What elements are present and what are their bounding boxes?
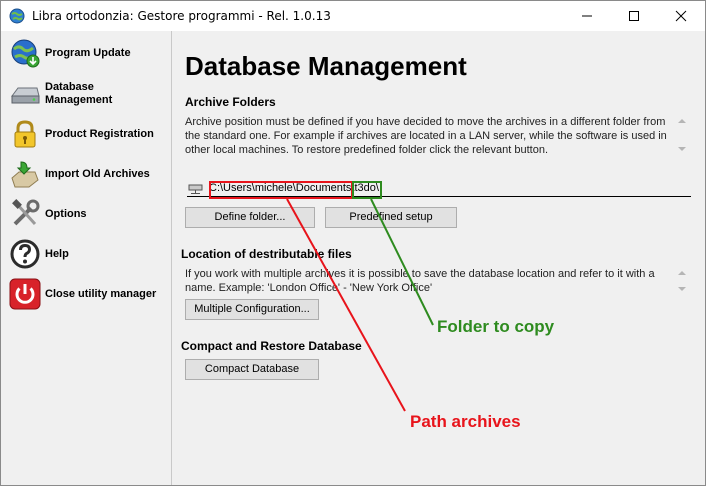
archive-folders-heading: Archive Folders [185, 95, 276, 109]
maximize-button[interactable] [611, 1, 657, 31]
sidebar-item-database-management[interactable]: Database Management [2, 77, 172, 113]
location-description-scrollbar[interactable] [675, 267, 689, 295]
path-highlight-box [209, 181, 353, 199]
help-icon [9, 238, 41, 270]
sidebar-item-label: Database Management [45, 81, 113, 106]
sidebar-item-import-old-archives[interactable]: Import Old Archives [2, 156, 172, 192]
minimize-button[interactable] [564, 1, 610, 31]
lock-icon [9, 118, 41, 150]
close-window-button[interactable] [658, 1, 704, 31]
sidebar-item-label: Options [45, 208, 87, 220]
globe-download-icon [9, 37, 41, 69]
window-title: Libra ortodonzia: Gestore programmi - Re… [32, 9, 331, 23]
power-icon [9, 278, 41, 310]
sidebar-item-help[interactable]: Help [2, 236, 172, 272]
scroll-up-icon [678, 119, 686, 123]
multiple-configuration-button[interactable]: Multiple Configuration... [185, 299, 319, 320]
sidebar-item-program-update[interactable]: Program Update [2, 35, 172, 71]
compact-database-button[interactable]: Compact Database [185, 359, 319, 380]
minimize-icon [582, 15, 592, 17]
page-title: Database Management [185, 51, 467, 81]
tools-icon [9, 198, 41, 230]
sidebar-item-options[interactable]: Options [2, 196, 172, 232]
scroll-down-icon [678, 287, 686, 291]
sidebar-item-label: Import Old Archives [45, 168, 150, 180]
import-icon [9, 158, 41, 190]
sidebar: Program Update Database Management Produ… [2, 31, 172, 485]
location-heading: Location of destributable files [181, 247, 352, 261]
folder-highlight-box [352, 181, 382, 199]
maximize-icon [629, 11, 639, 21]
define-folder-button[interactable]: Define folder... [185, 207, 315, 228]
sidebar-item-label: Help [45, 248, 69, 260]
sidebar-item-close-utility-manager[interactable]: Close utility manager [2, 276, 172, 312]
sidebar-item-product-registration[interactable]: Product Registration [2, 116, 172, 152]
sidebar-item-label: Close utility manager [45, 288, 157, 300]
folder-to-copy-label: Folder to copy [437, 317, 555, 336]
compact-heading: Compact and Restore Database [181, 339, 362, 353]
location-description: If you work with multiple archives it is… [185, 268, 655, 294]
archive-folders-description: Archive position must be defined if you … [185, 116, 667, 156]
path-archives-label: Path archives [410, 412, 521, 431]
sidebar-item-label: Program Update [45, 47, 131, 59]
app-window: Libra ortodonzia: Gestore programmi - Re… [0, 0, 706, 486]
drive-icon [9, 79, 41, 111]
scroll-down-icon [678, 147, 686, 151]
title-bar[interactable]: Libra ortodonzia: Gestore programmi - Re… [1, 1, 705, 31]
app-globe-icon [9, 8, 25, 24]
sidebar-item-label: Product Registration [45, 128, 154, 140]
scroll-up-icon [678, 271, 686, 275]
network-drive-icon [188, 183, 204, 198]
archive-description-scrollbar[interactable] [675, 115, 689, 155]
close-icon [675, 10, 687, 22]
predefined-setup-button[interactable]: Predefined setup [325, 207, 457, 228]
